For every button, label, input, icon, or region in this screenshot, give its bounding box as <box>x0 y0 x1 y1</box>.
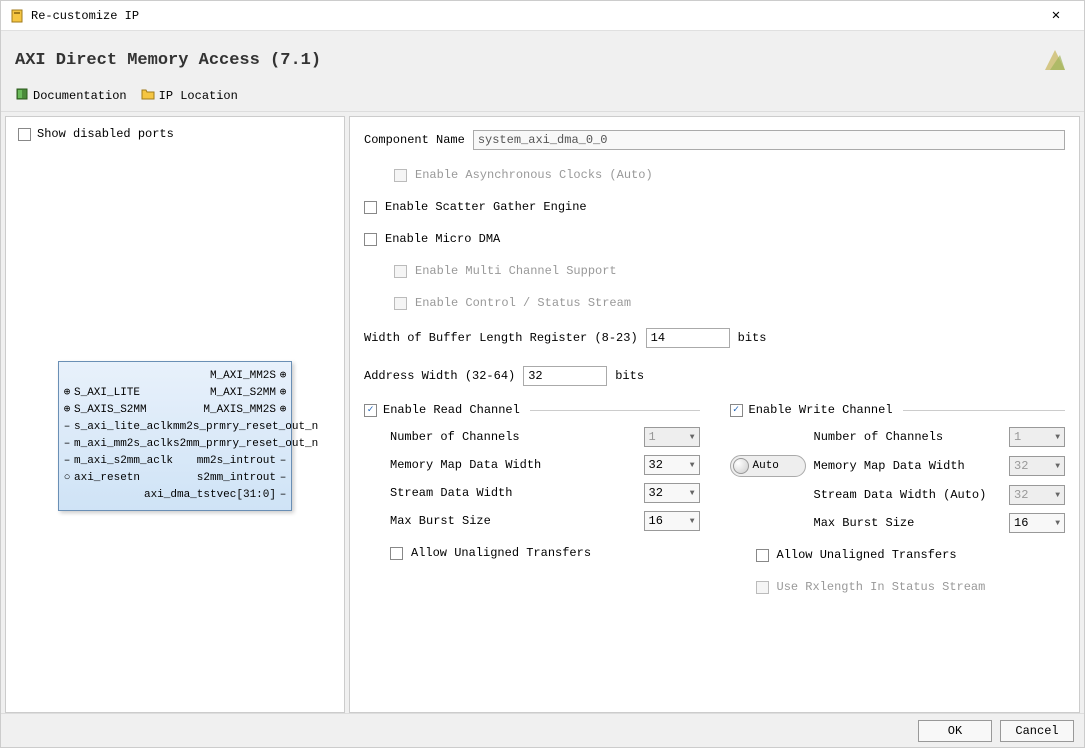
width-buffer-input[interactable] <box>646 328 730 348</box>
multi-channel-label: Enable Multi Channel Support <box>415 264 617 278</box>
read-mem-map-select[interactable]: 32▼ <box>644 455 700 475</box>
app-icon <box>9 8 25 24</box>
ip-block[interactable]: M_AXI_MM2S⊕ ⊕S_AXI_LITEM_AXI_S2MM⊕ ⊕S_AX… <box>58 361 292 511</box>
write-num-channels-select: 1▼ <box>1009 427 1065 447</box>
window-title: Re-customize IP <box>31 9 1036 23</box>
port-out-3: mm2s_prmry_reset_out_n <box>173 419 318 436</box>
sg-label: Enable Scatter Gather Engine <box>385 200 587 214</box>
rxlength-label: Use Rxlength In Status Stream <box>777 580 986 594</box>
read-channel-group: ✓ Enable Read Channel Number of Channels… <box>364 403 700 597</box>
write-mem-map-label: Memory Map Data Width <box>814 459 1002 473</box>
multi-channel-checkbox <box>394 265 407 278</box>
write-burst-select[interactable]: 16▼ <box>1009 513 1065 533</box>
ok-button[interactable]: OK <box>918 720 992 742</box>
port-out-4: s2mm_prmry_reset_out_n <box>173 436 318 453</box>
write-unaligned-label: Allow Unaligned Transfers <box>777 548 957 562</box>
port-in-3: m_axi_mm2s_aclk <box>74 436 173 453</box>
block-diagram-panel: Show disabled ports M_AXI_MM2S⊕ ⊕S_AXI_L… <box>5 116 345 713</box>
read-burst-label: Max Burst Size <box>390 514 634 528</box>
sg-checkbox[interactable] <box>364 201 377 214</box>
write-unaligned-checkbox[interactable] <box>756 549 769 562</box>
documentation-link[interactable]: Documentation <box>15 87 127 105</box>
documentation-label: Documentation <box>33 89 127 103</box>
show-disabled-ports-row: Show disabled ports <box>14 125 336 151</box>
bits-label-1: bits <box>738 331 767 345</box>
async-clocks-label: Enable Asynchronous Clocks (Auto) <box>415 168 653 182</box>
read-num-channels-select: 1▼ <box>644 427 700 447</box>
width-buffer-label: Width of Buffer Length Register (8-23) <box>364 331 638 345</box>
ip-location-link[interactable]: IP Location <box>141 87 238 105</box>
micro-dma-checkbox[interactable] <box>364 233 377 246</box>
ip-location-label: IP Location <box>159 89 238 103</box>
config-panel: Component Name Enable Asynchronous Clock… <box>349 116 1080 713</box>
port-in-4: m_axi_s2mm_aclk <box>74 453 173 470</box>
read-num-channels-label: Number of Channels <box>390 430 634 444</box>
port-out-7: axi_dma_tstvec[31:0] <box>144 487 276 504</box>
micro-dma-label: Enable Micro DMA <box>385 232 500 246</box>
write-stream-select: 32▼ <box>1009 485 1065 505</box>
port-out-0: M_AXI_MM2S <box>210 368 276 385</box>
toolbar: Documentation IP Location <box>1 83 1084 112</box>
port-in-5: axi_resetn <box>74 470 140 487</box>
read-unaligned-checkbox[interactable] <box>390 547 403 560</box>
port-in-1: S_AXIS_S2MM <box>74 402 147 419</box>
write-channel-title: Enable Write Channel <box>749 403 893 417</box>
cancel-button[interactable]: Cancel <box>1000 720 1074 742</box>
main: Show disabled ports M_AXI_MM2S⊕ ⊕S_AXI_L… <box>1 112 1084 713</box>
read-stream-label: Stream Data Width <box>390 486 634 500</box>
book-icon <box>15 87 29 105</box>
write-burst-label: Max Burst Size <box>814 516 1002 530</box>
auto-toggle[interactable]: Auto <box>730 455 806 477</box>
titlebar: Re-customize IP ✕ <box>1 1 1084 31</box>
addr-width-input[interactable] <box>523 366 607 386</box>
write-channel-checkbox[interactable]: ✓ <box>730 404 743 417</box>
port-out-5: mm2s_introut <box>197 453 276 470</box>
port-in-0: S_AXI_LITE <box>74 385 140 402</box>
read-channel-checkbox[interactable]: ✓ <box>364 404 377 417</box>
read-channel-title: Enable Read Channel <box>383 403 520 417</box>
ip-title: AXI Direct Memory Access (7.1) <box>15 51 1040 70</box>
read-burst-select[interactable]: 16▼ <box>644 511 700 531</box>
read-mem-map-label: Memory Map Data Width <box>390 458 634 472</box>
write-num-channels-label: Number of Channels <box>814 430 1002 444</box>
addr-width-label: Address Width (32-64) <box>364 369 515 383</box>
rxlength-checkbox <box>756 581 769 594</box>
port-in-2: s_axi_lite_aclk <box>74 419 173 436</box>
port-out-6: s2mm_introut <box>197 470 276 487</box>
read-unaligned-label: Allow Unaligned Transfers <box>411 546 591 560</box>
bits-label-2: bits <box>615 369 644 383</box>
write-channel-group: ✓ Enable Write Channel Number of Channel… <box>730 403 1066 597</box>
write-stream-label: Stream Data Width (Auto) <box>814 488 1002 502</box>
show-disabled-ports-checkbox[interactable] <box>18 128 31 141</box>
footer: OK Cancel <box>1 713 1084 747</box>
header: AXI Direct Memory Access (7.1) <box>1 31 1084 83</box>
port-out-1: M_AXI_S2MM <box>210 385 276 402</box>
read-stream-select[interactable]: 32▼ <box>644 483 700 503</box>
ctrl-status-checkbox <box>394 297 407 310</box>
async-clocks-checkbox <box>394 169 407 182</box>
window: Re-customize IP ✕ AXI Direct Memory Acce… <box>0 0 1085 748</box>
ctrl-status-label: Enable Control / Status Stream <box>415 296 631 310</box>
write-mem-map-select: 32▼ <box>1009 456 1065 476</box>
block-diagram: M_AXI_MM2S⊕ ⊕S_AXI_LITEM_AXI_S2MM⊕ ⊕S_AX… <box>14 361 336 511</box>
close-button[interactable]: ✕ <box>1036 1 1076 31</box>
port-out-2: M_AXIS_MM2S <box>203 402 276 419</box>
folder-icon <box>141 87 155 105</box>
show-disabled-ports-label: Show disabled ports <box>37 127 174 141</box>
component-name-label: Component Name <box>364 133 465 147</box>
vendor-logo-icon <box>1040 45 1070 75</box>
component-name-input <box>473 130 1065 150</box>
